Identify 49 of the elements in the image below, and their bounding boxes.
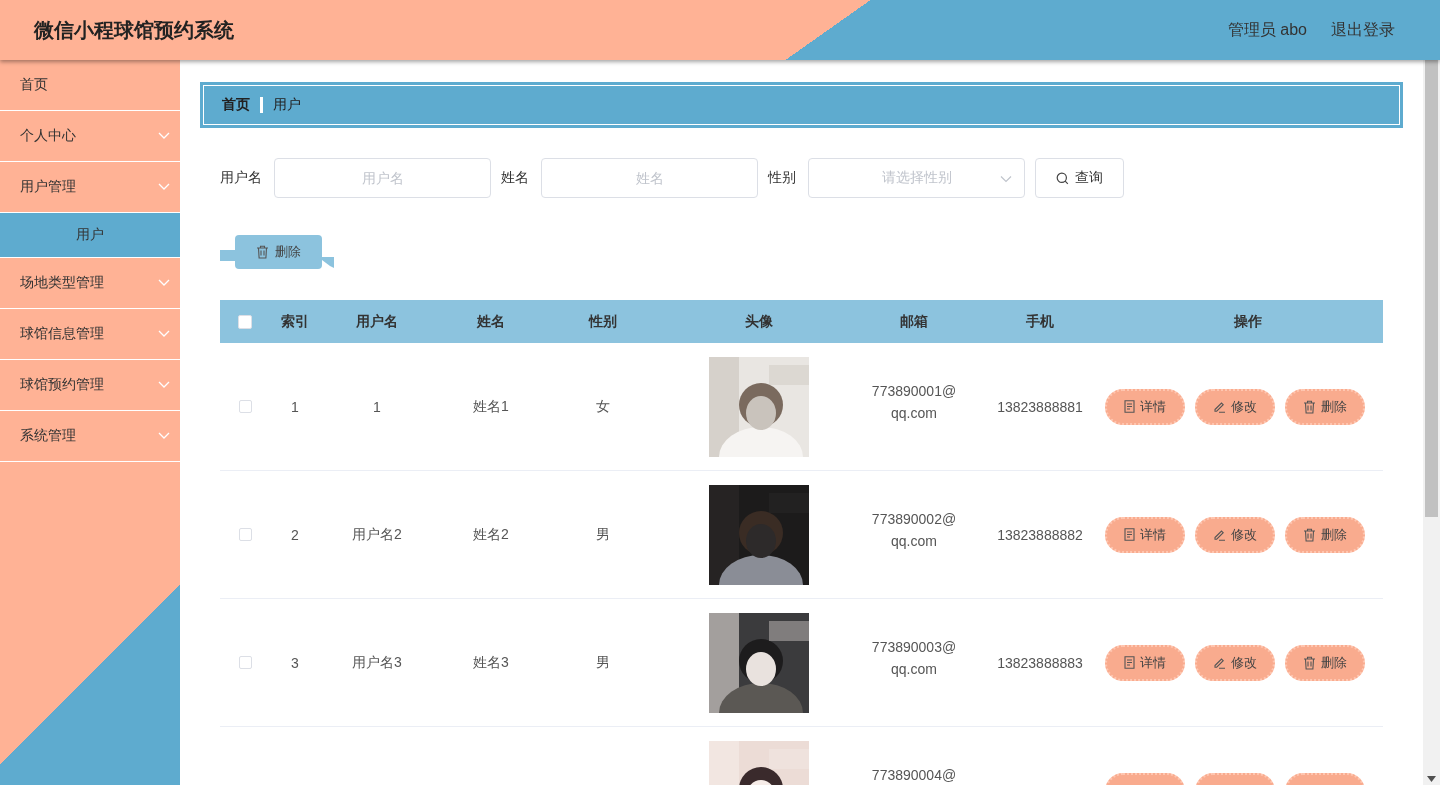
edit-button[interactable]: 修改 xyxy=(1195,516,1275,553)
user-link[interactable]: 管理员 abo xyxy=(1227,19,1307,41)
column-header: 性别 xyxy=(587,311,618,331)
breadcrumb-current: 用户 xyxy=(273,96,301,114)
table-cell: 男 xyxy=(596,525,610,544)
submenu-item[interactable]: 用户 xyxy=(0,213,180,258)
input-field[interactable]: 用户名 xyxy=(274,158,491,198)
delete-button[interactable]: 删除 xyxy=(1285,388,1365,425)
delete-button[interactable]: 删除 xyxy=(235,235,322,269)
edit-button[interactable]: 修改 xyxy=(1195,644,1275,681)
logout-link[interactable]: 退出登录 xyxy=(1331,19,1395,41)
column-header: 用户名 xyxy=(355,311,399,331)
table-cell: 13823888882 xyxy=(997,526,1083,543)
detail-button[interactable]: 详情 xyxy=(1105,516,1185,553)
column-header: 邮箱 xyxy=(899,311,929,331)
table-cell: 女 xyxy=(596,397,610,416)
table-cell-text: 773890002@qq.com xyxy=(870,510,958,551)
detail-button[interactable]: 详情 xyxy=(1105,644,1185,681)
column-header: 操作 xyxy=(1232,311,1263,331)
field-label: 性别 xyxy=(768,169,796,187)
table-cell: 用户名2 xyxy=(352,525,402,544)
table-cell: 3 xyxy=(291,654,299,671)
table-cell: 1 xyxy=(291,398,299,415)
column-header: 手机 xyxy=(1025,311,1055,331)
table-cell: 用户名3 xyxy=(352,653,402,672)
delete-button[interactable]: 删除 xyxy=(1285,644,1365,681)
table-cell: 姓名1 xyxy=(473,397,509,416)
column-header: 头像 xyxy=(744,311,774,331)
table-cell: 1 xyxy=(373,398,381,415)
detail-button[interactable]: 详情 xyxy=(1105,388,1185,425)
search-button[interactable]: 查询 xyxy=(1035,158,1124,198)
table-cell: 13823888881 xyxy=(997,398,1083,415)
app-title: 微信小程球馆预约系统 xyxy=(34,17,235,43)
table-cell: 13823888883 xyxy=(997,654,1083,671)
breadcrumb-link[interactable]: 首页 xyxy=(222,96,250,114)
table-cell: 男 xyxy=(596,653,610,672)
table-cell: 姓名2 xyxy=(473,525,509,544)
table-cell-text: 773890001@qq.com xyxy=(870,382,958,423)
table-cell: 2 xyxy=(291,526,299,543)
column-header: 索引 xyxy=(280,311,310,331)
table-cell: 姓名3 xyxy=(473,653,509,672)
edit-button[interactable]: 修改 xyxy=(1195,388,1275,425)
delete-button[interactable]: 删除 xyxy=(1285,516,1365,553)
field-label: 用户名 xyxy=(220,169,262,187)
input-field[interactable]: 姓名 xyxy=(541,158,758,198)
column-header: 姓名 xyxy=(476,311,506,331)
table-cell-text: 773890003@qq.com xyxy=(870,638,958,679)
field-label: 姓名 xyxy=(501,169,529,187)
table-cell-text: 773890004@ xyxy=(870,766,958,785)
